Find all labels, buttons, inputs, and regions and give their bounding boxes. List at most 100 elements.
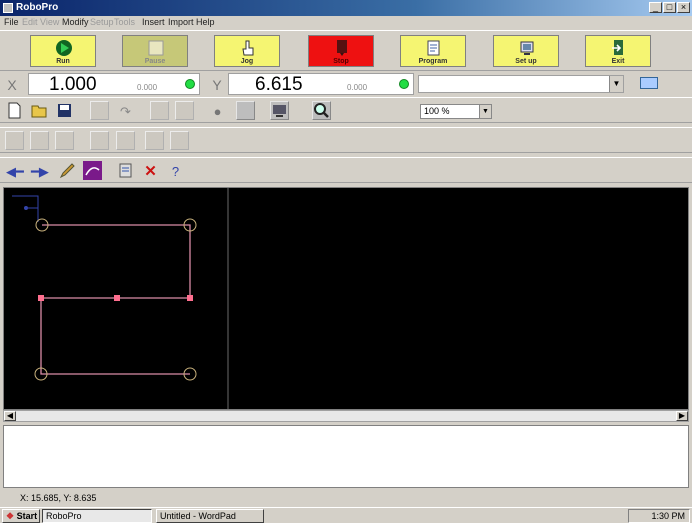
chevron-down-icon[interactable]: ▼ — [609, 76, 623, 92]
rotate-icon[interactable] — [55, 131, 74, 150]
maximize-button[interactable]: □ — [663, 2, 676, 13]
arrow-right-icon[interactable]: ━▶ — [30, 161, 49, 180]
scroll-left-icon[interactable]: ◀ — [4, 411, 16, 421]
app-icon — [3, 3, 13, 13]
play-icon — [56, 40, 72, 56]
menu-insert[interactable]: Insert — [142, 17, 165, 27]
taskbar-item-wordpad[interactable]: Untitled - WordPad — [156, 509, 264, 523]
command-combo[interactable]: ▼ — [418, 75, 624, 93]
x-status-led — [185, 79, 195, 89]
menu-help[interactable]: Help — [196, 17, 215, 27]
zoom-value: 100 % — [424, 106, 450, 116]
zoom-chevron-icon[interactable]: ▼ — [479, 105, 491, 118]
setup-button[interactable]: Set up — [493, 35, 559, 67]
jog-label: Jog — [240, 58, 254, 65]
setup-label: Set up — [515, 58, 537, 65]
cut-icon[interactable] — [150, 101, 169, 120]
draw-curve-icon[interactable] — [83, 161, 102, 180]
windows-logo-icon: ❖ — [6, 511, 15, 521]
menu-tools[interactable]: Tools — [114, 17, 135, 27]
program-icon — [427, 40, 440, 56]
output-panel[interactable] — [3, 425, 689, 488]
menu-view[interactable]: View — [40, 17, 59, 27]
line-icon[interactable] — [90, 131, 109, 150]
save-icon[interactable] — [55, 101, 74, 120]
window-icon[interactable] — [640, 77, 658, 89]
menu-bar: File Edit View Modify Setup Tools Insert… — [0, 16, 692, 30]
arrow-left-icon[interactable]: ◀━ — [5, 161, 24, 180]
y-offset: 0.000 — [347, 83, 368, 92]
main-button-bar: Run Pause Jog Stop Program Set up Exit — [0, 30, 692, 70]
path-node-2[interactable] — [114, 295, 120, 301]
document-edit-icon[interactable] — [116, 161, 135, 180]
menu-edit[interactable]: Edit — [22, 17, 38, 27]
minimize-button[interactable]: _ — [649, 2, 662, 13]
select-icon[interactable] — [5, 131, 24, 150]
origin-point — [24, 206, 28, 210]
scroll-right-icon[interactable]: ▶ — [676, 411, 688, 421]
pause-label: Pause — [144, 58, 166, 65]
menu-file[interactable]: File — [4, 17, 19, 27]
pencil-icon[interactable] — [58, 161, 77, 180]
title-bar: RoboPro _ □ × — [0, 0, 692, 16]
stop-button[interactable]: Stop — [308, 35, 374, 67]
close-button[interactable]: × — [677, 2, 690, 13]
grid-icon[interactable] — [170, 131, 189, 150]
hand-icon — [242, 40, 254, 56]
menu-import[interactable]: Import — [168, 17, 194, 27]
drawing-canvas[interactable] — [3, 187, 689, 410]
run-label: Run — [56, 58, 70, 65]
path-node-1[interactable] — [38, 295, 44, 301]
print-icon[interactable] — [236, 101, 255, 120]
copy-icon[interactable] — [175, 101, 194, 120]
menu-modify[interactable]: Modify — [62, 17, 89, 27]
y-axis-tag: Y — [212, 77, 222, 93]
toolpath-drawing — [12, 188, 229, 409]
draw-toolbar: ◀━ ━▶ ✕ ? — [0, 157, 692, 183]
clock: 1:30 PM — [651, 511, 685, 521]
exit-button[interactable]: Exit — [585, 35, 651, 67]
edit-toolbar — [0, 127, 692, 153]
monitor-icon[interactable] — [270, 101, 289, 120]
move-icon[interactable] — [30, 131, 49, 150]
jog-button[interactable]: Jog — [214, 35, 280, 67]
y-position-display: 6.615 0.000 — [228, 73, 414, 95]
file-toolbar: ↷ ● 100 % ▼ — [0, 97, 692, 123]
record-icon[interactable]: ● — [208, 101, 227, 120]
taskbar: ❖ Start RoboPro Untitled - WordPad 1:30 … — [0, 507, 692, 523]
path-node-3[interactable] — [187, 295, 193, 301]
y-status-led — [399, 79, 409, 89]
open-folder-icon[interactable] — [30, 101, 49, 120]
start-button[interactable]: ❖ Start — [2, 509, 40, 523]
exit-label: Exit — [611, 58, 625, 65]
horizontal-scrollbar[interactable]: ◀ ▶ — [3, 410, 689, 422]
new-file-icon[interactable] — [5, 101, 24, 120]
system-tray: 1:30 PM — [628, 509, 690, 523]
taskbar-item-robopro[interactable]: RoboPro — [42, 509, 152, 523]
menu-setup[interactable]: Setup — [90, 17, 114, 27]
taskbar-item-wordpad-label: Untitled - WordPad — [160, 511, 236, 521]
status-coordinates: X: 15.685, Y: 8.635 — [20, 493, 97, 503]
coordinate-bar: X 1.000 0.000 Y 6.615 0.000 ▼ — [0, 70, 692, 97]
zoom-select[interactable]: 100 % ▼ — [420, 104, 492, 119]
redo-icon[interactable]: ↷ — [116, 101, 135, 120]
x-position-display: 1.000 0.000 — [28, 73, 200, 95]
program-button[interactable]: Program — [400, 35, 466, 67]
program-label: Program — [418, 58, 448, 65]
delete-icon[interactable]: ✕ — [141, 161, 160, 180]
run-button[interactable]: Run — [30, 35, 96, 67]
stop-icon — [337, 40, 347, 56]
zoom-icon[interactable] — [312, 101, 331, 120]
x-axis-tag: X — [7, 77, 17, 93]
pause-button[interactable]: Pause — [122, 35, 188, 67]
x-offset: 0.000 — [137, 83, 158, 92]
help-icon[interactable]: ? — [166, 161, 185, 180]
circle-icon[interactable] — [145, 131, 164, 150]
x-value: 1.000 — [49, 74, 97, 95]
y-value: 6.615 — [255, 74, 303, 95]
arc-icon[interactable] — [116, 131, 135, 150]
setup-icon — [520, 41, 534, 55]
window-title: RoboPro — [16, 2, 59, 13]
undo-icon[interactable] — [90, 101, 109, 120]
status-bar: X: 15.685, Y: 8.635 — [0, 490, 692, 506]
